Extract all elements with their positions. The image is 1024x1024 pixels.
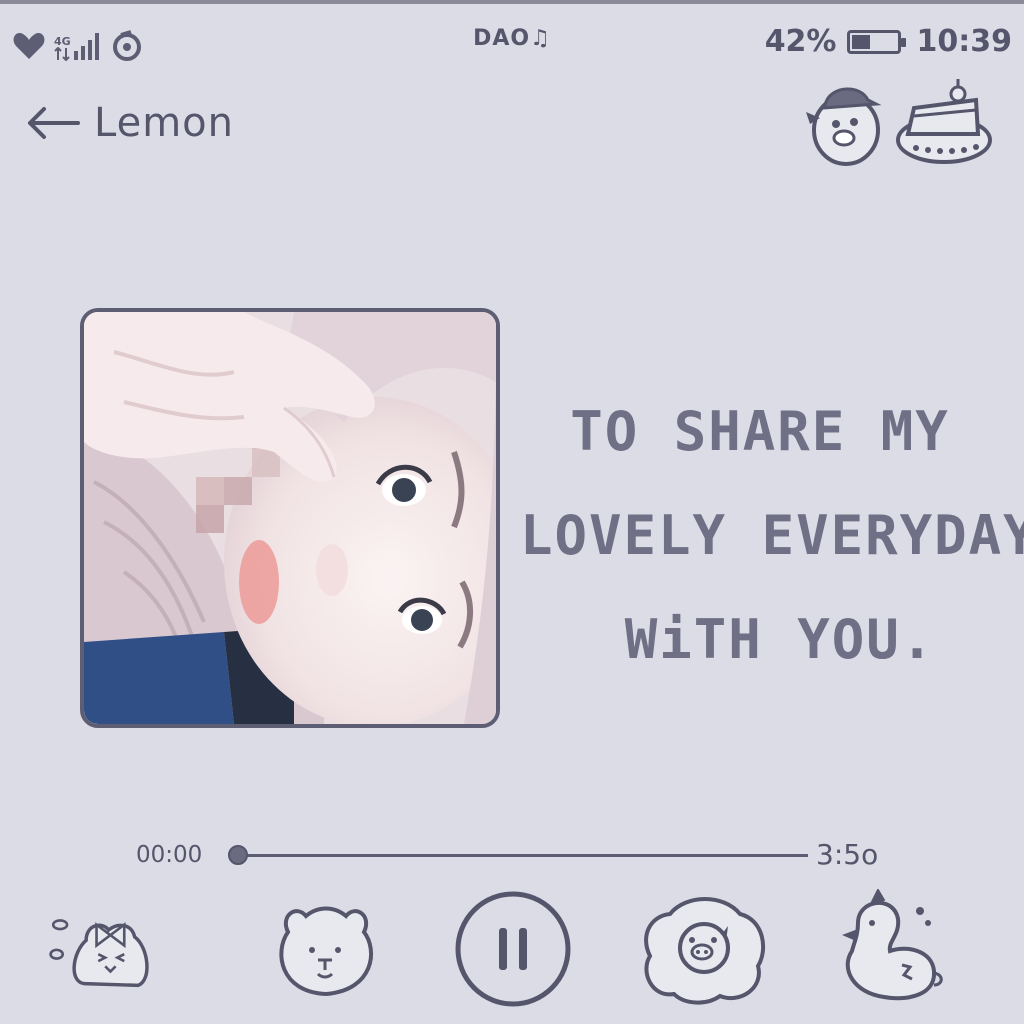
progress-track[interactable] [238,854,808,857]
bunny-bow-icon[interactable] [48,899,178,999]
chick-icon[interactable] [828,889,958,1009]
pause-button[interactable] [448,884,578,1014]
quote-line-2: LOVELY EVERYDAY [520,504,1024,567]
duck-hat-icon[interactable] [802,78,888,168]
album-cover-image [84,312,496,724]
total-time: 3:5o [816,838,879,871]
battery-fill [851,34,870,49]
quote-line-1: TO SHARE MY [570,400,950,463]
arrow-left-icon[interactable] [26,106,80,140]
battery-icon [846,29,906,54]
quote-text: TO SHARE MY LOVELY EVERYDAY WiTH YOU. [520,380,1024,692]
pig-sticker-icon[interactable] [640,890,770,1008]
top-border [0,0,1024,4]
current-time: 00:00 [136,842,203,868]
status-right: 42% 10:39 [765,24,1012,59]
bear-button[interactable] [260,884,390,1014]
chick-button[interactable] [828,884,958,1014]
bunny-button[interactable] [48,884,178,1014]
clock: 10:39 [916,24,1013,59]
pig-button[interactable] [640,884,770,1014]
battery-percent: 42% [764,24,837,59]
pause-icon[interactable] [454,890,572,1008]
cake-slice-icon[interactable] [894,78,994,168]
progress-knob[interactable] [228,845,248,865]
bear-icon[interactable] [270,894,380,1004]
back-button[interactable]: Lemon [26,100,234,146]
quote-line-3: WiTH YOU. [624,608,936,671]
song-title: Lemon [94,100,234,146]
header-icons [802,78,994,168]
album-art [80,308,500,728]
